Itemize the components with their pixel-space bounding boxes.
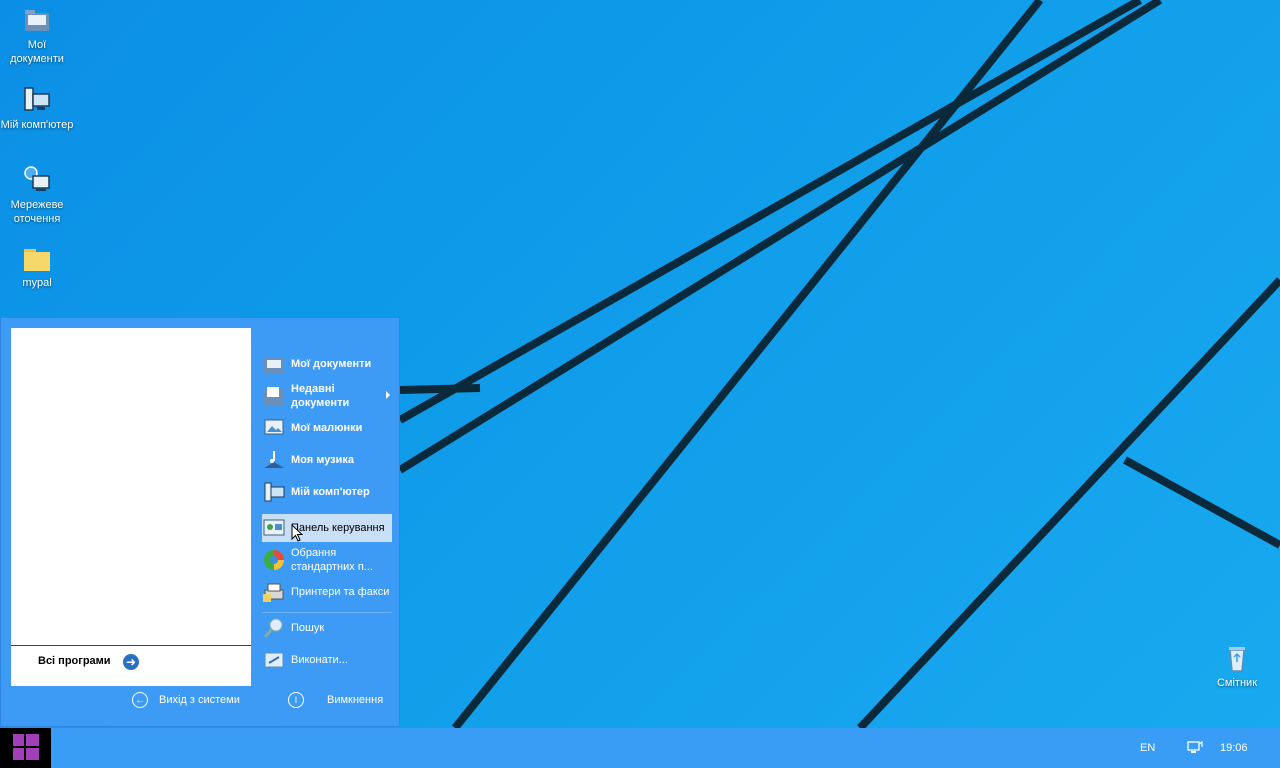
start-item-label: Мої малюнки <box>291 422 363 434</box>
start-item-label: Принтери та факси <box>291 586 390 598</box>
folder-icon <box>24 249 50 271</box>
mouse-cursor-icon <box>291 524 303 542</box>
start-item-label: Мої документи <box>291 358 372 370</box>
language-indicator[interactable]: EN <box>1140 728 1155 768</box>
start-item-label: Пошук <box>291 622 325 634</box>
start-item-label: Виконати... <box>291 654 348 666</box>
desktop-icon-mypal[interactable]: mypal <box>0 242 74 290</box>
desktop-icon-label: Мережеве оточення <box>10 199 64 225</box>
start-item-control-panel[interactable]: Панель керування <box>262 514 392 542</box>
desktop-icon-network[interactable]: Мережеве оточення <box>0 164 74 226</box>
logoff-button[interactable]: ← Вихід з системи <box>132 692 240 708</box>
start-item-my-documents[interactable]: Мої документи <box>262 350 392 378</box>
network-icon <box>24 166 50 191</box>
start-item-label: Моя музика <box>291 454 355 466</box>
divider <box>11 645 251 646</box>
network-tray-icon <box>1187 741 1203 753</box>
control-panel-icon <box>263 519 285 536</box>
arrow-left-icon: ← <box>132 692 148 708</box>
start-item-printers[interactable]: Принтери та факси <box>262 578 392 606</box>
recent-docs-icon <box>264 387 284 405</box>
windows-logo-icon <box>13 734 39 760</box>
start-item-my-pictures[interactable]: Мої малюнки <box>262 414 392 442</box>
desktop-icon-label: Мої документи <box>10 39 64 65</box>
folder-docs-icon <box>264 358 284 373</box>
start-item-default-programs[interactable]: Обрання стандартних п... <box>262 546 392 574</box>
start-item-label: Обрання стандартних п... <box>291 547 373 573</box>
computer-icon <box>264 482 285 502</box>
clock[interactable]: 19:06 <box>1220 728 1248 768</box>
desktop-icon-label: mypal <box>22 277 52 289</box>
printers-icon <box>263 583 284 602</box>
desktop-icon-label: Смітник <box>1216 677 1258 689</box>
divider <box>262 612 392 613</box>
desktop-icon-label: Мій комп'ютер <box>0 119 74 131</box>
default-programs-icon <box>264 550 284 570</box>
desktop-icon-recycle-bin[interactable]: Смітник <box>1200 642 1274 690</box>
start-item-my-computer[interactable]: Мій комп'ютер <box>262 478 392 506</box>
pinned-programs-pane: Всі програми ➜ <box>11 328 251 686</box>
start-button[interactable] <box>0 728 51 768</box>
run-icon <box>264 652 284 668</box>
start-item-recent-documents[interactable]: Недавні документи <box>262 382 392 410</box>
logoff-label: Вихід з системи <box>159 694 240 706</box>
shutdown-button[interactable]: ⏽ Вимкнення <box>288 692 383 708</box>
recycle-bin-icon <box>1229 647 1245 672</box>
desktop-icon-my-documents[interactable]: Мої документи <box>0 4 74 66</box>
computer-icon <box>24 87 50 111</box>
submenu-arrow-icon <box>386 391 390 399</box>
language-label: EN <box>1140 742 1156 754</box>
pictures-icon <box>264 419 284 435</box>
power-icon: ⏽ <box>288 692 304 708</box>
start-item-search[interactable]: Пошук <box>262 614 392 642</box>
network-tray-button[interactable] <box>1187 728 1203 768</box>
start-item-label: Панель керування <box>291 522 385 534</box>
shutdown-label: Вимкнення <box>327 694 384 706</box>
folder-docs-icon <box>25 10 49 31</box>
start-item-run[interactable]: Виконати... <box>262 646 392 674</box>
all-programs-label[interactable]: Всі програми <box>38 655 111 667</box>
search-icon <box>263 618 283 638</box>
desktop-icon-my-computer[interactable]: Мій комп'ютер <box>0 84 74 132</box>
music-icon <box>264 451 284 468</box>
start-item-label: Недавні документи <box>291 383 350 409</box>
start-item-my-music[interactable]: Моя музика <box>262 446 392 474</box>
taskbar: EN 19:06 <box>0 728 1280 768</box>
arrow-right-circle-icon[interactable]: ➜ <box>123 654 139 670</box>
start-item-label: Мій комп'ютер <box>291 486 370 498</box>
clock-label: 19:06 <box>1220 742 1248 754</box>
